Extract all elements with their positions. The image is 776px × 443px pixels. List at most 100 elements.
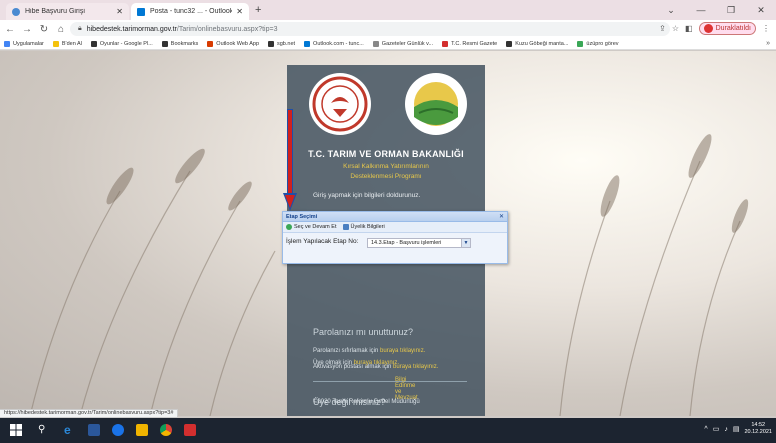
forgot-password-text: Parolanızı sıfırlamak için buraya tıklay… <box>313 348 426 354</box>
divider <box>313 381 467 382</box>
file-explorer-icon[interactable] <box>136 424 148 436</box>
close-window-icon[interactable]: ✕ <box>746 0 776 20</box>
bookmark-star-icon[interactable]: ☆ <box>672 24 679 33</box>
bookmark-item[interactable]: Uygulamalar <box>4 40 44 47</box>
stage-field-label: İşlem Yapılacak Etap No: <box>286 238 359 245</box>
red-arrow-annotation-icon <box>283 109 297 211</box>
stage-select[interactable]: 14.3.Etap - Başvuru işlemleri ▼ <box>367 238 471 248</box>
bookmark-item[interactable]: Outlook.com - tunc... <box>304 40 364 47</box>
bookmark-item[interactable]: B'den Al <box>52 40 82 47</box>
select-continue-button[interactable]: Seç ve Devam Et <box>286 224 337 230</box>
bookmark-item[interactable]: T.C. Resmi Gazete <box>442 40 498 47</box>
activation-link[interactable]: buraya tıklayınız. <box>393 364 438 370</box>
bookmark-favicon-icon <box>161 40 168 47</box>
bookmark-label: Gazeteler Günlük v... <box>381 40 434 47</box>
reload-icon[interactable]: ↻ <box>37 24 51 35</box>
bookmark-label: Bookmarks <box>170 40 199 47</box>
bookmark-label: T.C. Resmi Gazete <box>451 40 498 47</box>
tab-search-icon[interactable]: ⌄ <box>656 0 686 20</box>
sidebar-icon[interactable]: ◧ <box>685 24 693 33</box>
bookmark-favicon-icon <box>268 40 274 47</box>
home-icon[interactable]: ⌂ <box>54 24 68 35</box>
profile-label: Duraklatıldı <box>715 25 751 32</box>
register-link[interactable]: buraya tıklayınız. <box>354 360 399 366</box>
forward-icon[interactable]: → <box>20 24 34 35</box>
search-icon[interactable]: ⚲ <box>38 424 50 436</box>
stage-selection-dialog: Etap Seçimi ✕ Seç ve Devam Et Üyelik Bil… <box>282 211 508 264</box>
notification-icon[interactable]: ▤ <box>733 425 740 433</box>
share-icon[interactable]: ⇪ <box>659 24 666 33</box>
tab-label: Posta - tunc32 ... - Outlook <box>150 8 233 15</box>
generic-app-icon[interactable] <box>112 424 124 436</box>
tab-outlook[interactable]: Posta - tunc32 ... - Outlook ✕ <box>131 3 249 20</box>
membership-info-button[interactable]: Üyelik Bilgileri <box>342 224 385 230</box>
login-instructions: Giriş yapmak için bilgileri doldurunuz. <box>313 192 421 199</box>
system-clock[interactable]: 14:52 20.12.2021 <box>744 422 772 436</box>
bookmark-favicon-icon <box>442 40 449 47</box>
bookmark-item[interactable]: Outlook Web App <box>207 40 259 47</box>
bookmark-item[interactable]: sgb.net <box>268 40 296 47</box>
lock-icon[interactable]: 🔒︎ <box>78 25 82 33</box>
close-tab-icon[interactable]: ✕ <box>116 7 123 16</box>
forgot-password-link[interactable]: buraya tıklayınız. <box>380 348 425 354</box>
page-title: T.C. TARIM VE ORMAN BAKANLIĞI <box>308 149 464 159</box>
bookmark-label: Oyunlar - Google Pl... <box>99 40 153 47</box>
windows-start-icon[interactable] <box>10 424 22 436</box>
dialog-body: İşlem Yapılacak Etap No: 14.3.Etap - Baş… <box>283 233 507 263</box>
minimize-icon[interactable]: — <box>686 0 716 20</box>
stage-select-value: 14.3.Etap - Başvuru işlemleri <box>371 240 442 246</box>
edge-browser-icon[interactable]: e <box>64 424 76 436</box>
bookmarks-bar: Uygulamalar B'den Al Oyunlar - Google Pl..… <box>0 38 776 50</box>
bookmark-favicon-icon <box>4 40 10 47</box>
status-url-bar: https://hibedestek.tarimorman.gov.tr/Tar… <box>0 409 179 418</box>
windows-taskbar: ⚲ e ^ ▭ ♪ ▤ 14:52 20.12.2021 <box>0 418 776 443</box>
bookmark-item[interactable]: üzüpro görev <box>577 40 619 47</box>
bookmark-item[interactable]: Kuzu Göbeği manta... <box>506 40 568 47</box>
window-controls: ⌄ — ❐ ✕ <box>656 0 776 20</box>
chrome-favicon-icon <box>12 7 20 16</box>
close-icon[interactable]: ✕ <box>499 213 504 220</box>
bookmark-item[interactable]: Bookmarks <box>161 40 199 47</box>
bookmarks-overflow-icon[interactable]: » <box>766 38 770 49</box>
tab-label: Hibe Başvuru Girişi <box>25 8 85 15</box>
info-legislation-link[interactable]: Bilgi Edinme ve Mevzuat <box>395 377 418 401</box>
check-icon <box>286 224 292 230</box>
pdf-reader-icon[interactable] <box>184 424 196 436</box>
back-icon[interactable]: ← <box>3 24 17 35</box>
program-logo-icon <box>405 73 467 135</box>
outlook-favicon-icon <box>137 7 145 16</box>
ministry-seal-icon <box>309 73 371 135</box>
bookmark-item[interactable]: Oyunlar - Google Pl... <box>90 40 153 47</box>
system-tray: ^ ▭ ♪ ▤ 14:52 20.12.2021 <box>704 422 772 436</box>
program-subtitle: Kırsal Kalkınma Yatırımlarının Desteklen… <box>343 163 429 180</box>
bookmark-favicon-icon <box>506 40 513 47</box>
chrome-icon[interactable] <box>160 424 172 436</box>
new-tab-icon[interactable]: + <box>255 4 261 16</box>
volume-icon[interactable]: ♪ <box>724 426 728 433</box>
footer-copyright: ©2020 Tarım Reformu Genel Müdürlüğü <box>313 399 420 405</box>
menu-kebab-icon[interactable]: ⋮ <box>762 24 770 33</box>
bookmark-label: Outlook.com - tunc... <box>313 40 364 47</box>
bookmark-item[interactable]: Gazeteler Günlük v... <box>372 40 434 47</box>
bookmark-label: B'den Al <box>61 40 82 47</box>
browser-tab-bar: Hibe Başvuru Girişi ✕ Posta - tunc32 ...… <box>0 0 776 20</box>
chevron-down-icon[interactable]: ▼ <box>461 239 470 247</box>
tab-hibe-basvuru[interactable]: Hibe Başvuru Girişi ✕ <box>6 3 129 20</box>
bookmark-favicon-icon <box>90 40 97 47</box>
dialog-title: Etap Seçimi <box>286 213 318 220</box>
member-text: Üye olmak için buraya tıklayınız. <box>313 360 400 366</box>
tray-arrow-icon[interactable]: ^ <box>704 426 707 433</box>
url-domain: hibedestek.tarimorman.gov.tr <box>86 25 177 33</box>
bookmark-label: Uygulamalar <box>13 40 44 47</box>
network-icon[interactable]: ▭ <box>713 425 720 433</box>
bookmark-label: üzüpro görev <box>586 40 619 47</box>
address-bar[interactable]: 🔒︎ hibedestek.tarimorman.gov.tr /Tarim/o… <box>70 22 670 36</box>
maximize-icon[interactable]: ❐ <box>716 0 746 20</box>
word-icon[interactable] <box>88 424 100 436</box>
profile-button[interactable]: Duraklatıldı <box>698 22 756 35</box>
bookmark-label: sgb.net <box>277 40 296 47</box>
bookmark-favicon-icon <box>52 40 59 47</box>
avatar <box>703 24 713 33</box>
dialog-header[interactable]: Etap Seçimi ✕ <box>283 212 507 222</box>
close-tab-icon[interactable]: ✕ <box>236 7 243 16</box>
